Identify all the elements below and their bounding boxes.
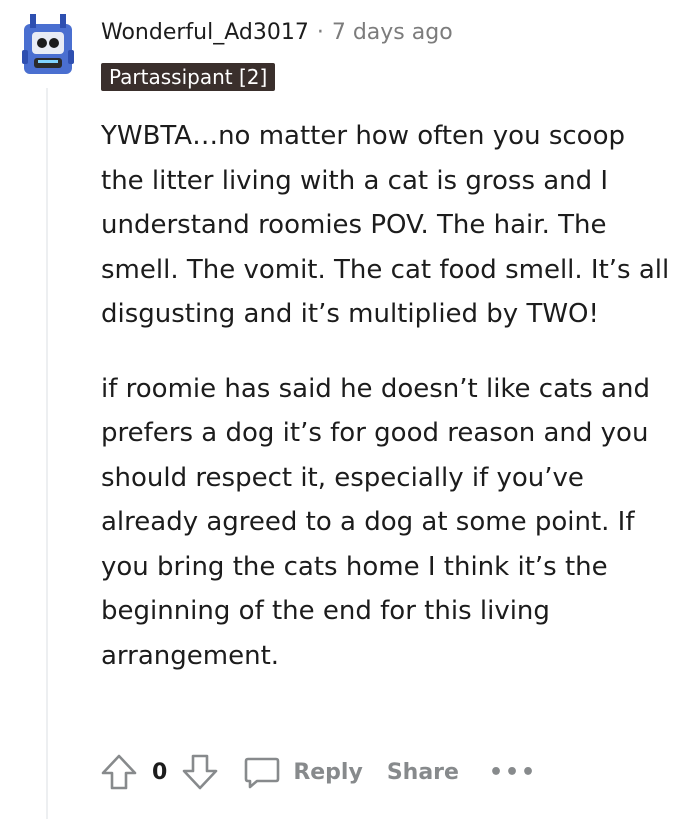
reply-button[interactable]: Reply <box>243 753 363 791</box>
username[interactable]: Wonderful_Ad3017 <box>101 18 309 48</box>
separator: · <box>316 20 324 45</box>
share-button[interactable]: Share <box>387 760 459 785</box>
speech-bubble-icon <box>245 757 280 789</box>
share-label: Share <box>386 759 459 785</box>
user-flair: Partassipant [2] <box>101 63 276 91</box>
arrow-up-icon <box>101 754 137 790</box>
upvote-button[interactable] <box>100 752 138 792</box>
more-options-icon[interactable]: ••• <box>489 760 537 785</box>
downvote-button[interactable] <box>181 752 219 792</box>
comment-paragraph: if roomie has said he doesn’t like cats … <box>101 373 650 671</box>
comment-header: Wonderful_Ad3017 · 7 days ago <box>101 18 453 48</box>
reply-label: Reply <box>293 759 363 785</box>
arrow-down-icon <box>183 754 218 790</box>
comment-body: YWBTA…no matter how often you scoop the … <box>101 114 671 708</box>
comment-actions: 0 Reply Share ••• <box>100 748 537 796</box>
timestamp[interactable]: 7 days ago <box>332 18 453 48</box>
vote-count: 0 <box>152 759 168 785</box>
snoo-avatar-icon <box>22 14 74 74</box>
thread-line[interactable] <box>46 88 48 819</box>
avatar[interactable] <box>20 10 76 80</box>
comment-paragraph: YWBTA…no matter how often you scoop the … <box>101 121 670 329</box>
